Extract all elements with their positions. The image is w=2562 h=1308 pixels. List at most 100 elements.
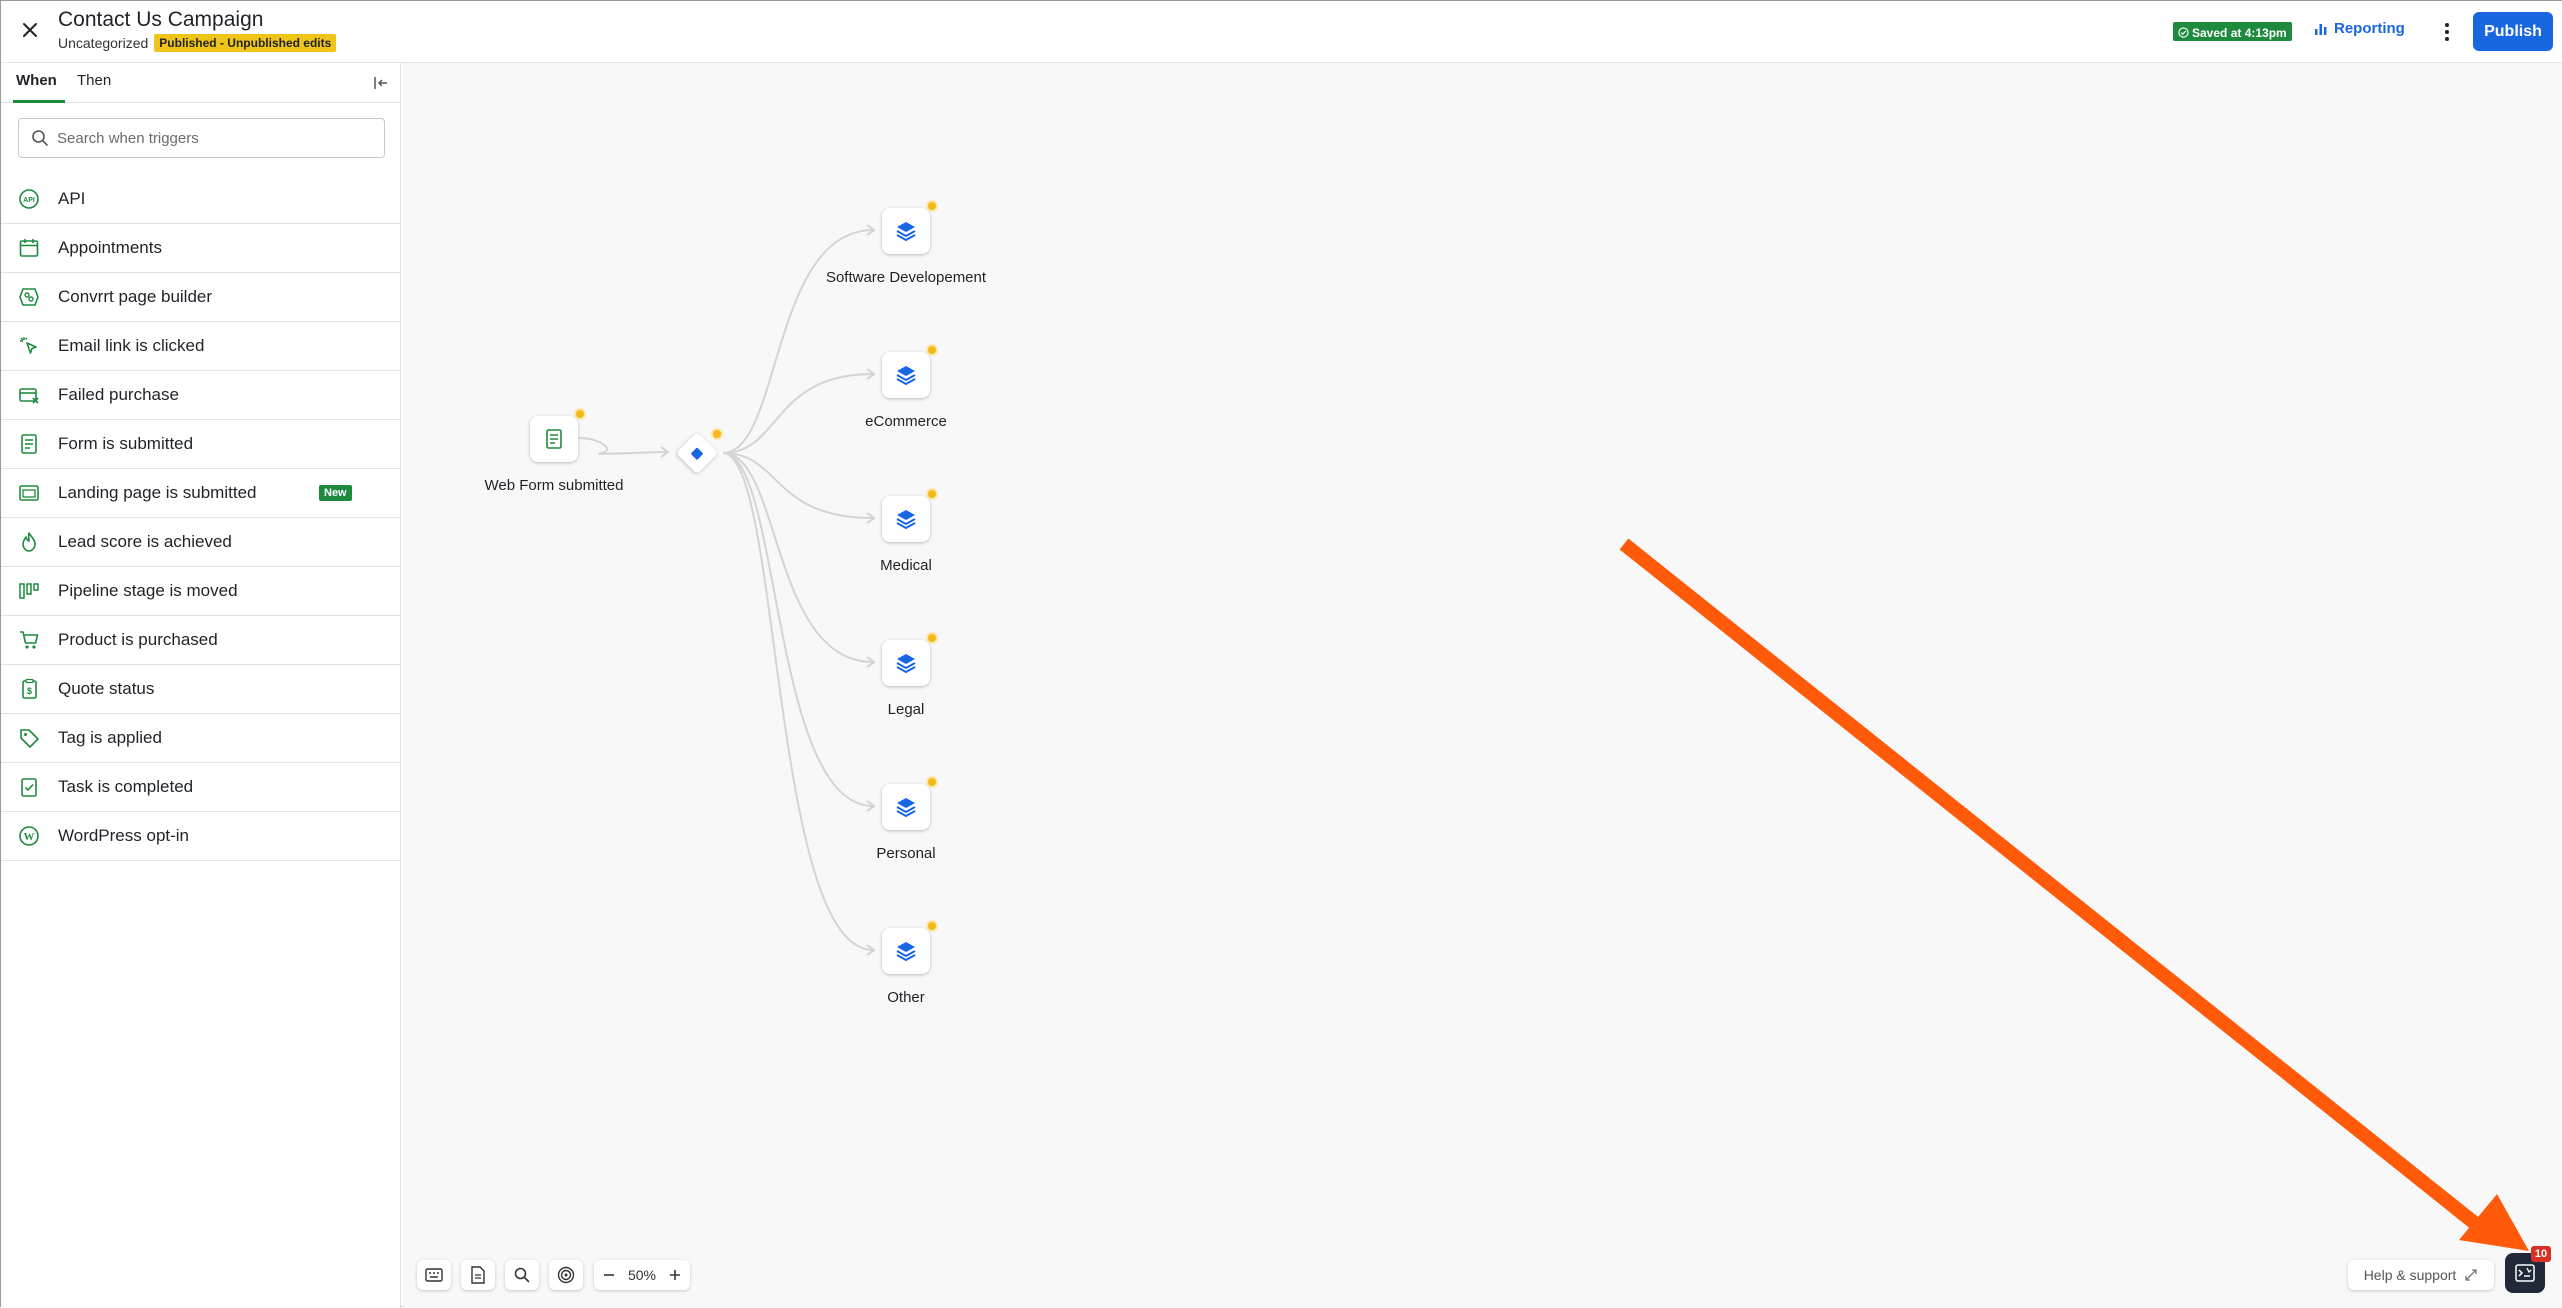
sidebar-tabs: When Then bbox=[1, 63, 401, 103]
cart-icon bbox=[17, 628, 41, 652]
calendar-icon bbox=[17, 236, 41, 260]
search-canvas-button[interactable] bbox=[505, 1260, 539, 1290]
trigger-item-form-submitted[interactable]: Form is submitted bbox=[1, 420, 401, 469]
new-badge: New bbox=[319, 485, 352, 501]
form-icon bbox=[546, 429, 562, 449]
kebab-dot bbox=[2445, 23, 2449, 27]
trigger-label: API bbox=[58, 189, 86, 208]
search-icon bbox=[514, 1267, 530, 1283]
document-icon bbox=[471, 1266, 485, 1284]
collapse-sidebar-button[interactable] bbox=[371, 73, 391, 93]
close-button[interactable] bbox=[15, 15, 45, 45]
workflow-canvas[interactable] bbox=[402, 63, 2562, 1308]
trigger-sidebar: When Then API API Appointments Convrrt p… bbox=[1, 63, 401, 1308]
wordpress-icon: W bbox=[17, 824, 41, 848]
layers-icon bbox=[896, 222, 916, 242]
zoom-in-button[interactable] bbox=[666, 1266, 684, 1284]
zoom-control: 50% bbox=[594, 1260, 690, 1290]
keyboard-button[interactable] bbox=[417, 1260, 451, 1290]
trigger-item-tag-applied[interactable]: Tag is applied bbox=[1, 714, 401, 763]
publish-button[interactable]: Publish bbox=[2473, 12, 2553, 51]
cursor-click-icon bbox=[17, 334, 41, 358]
branch-label: Other bbox=[887, 989, 925, 1006]
trigger-item-product-purchased[interactable]: Product is purchased bbox=[1, 616, 401, 665]
app-frame: Contact Us Campaign Uncategorized Publis… bbox=[0, 0, 2562, 1308]
status-dot bbox=[926, 920, 938, 932]
search-icon bbox=[32, 130, 48, 146]
svg-text:W: W bbox=[24, 831, 35, 843]
tab-when[interactable]: When bbox=[13, 63, 65, 103]
task-icon bbox=[17, 775, 41, 799]
campaign-category: Uncategorized bbox=[58, 35, 149, 51]
branch-node-other[interactable] bbox=[882, 920, 938, 974]
top-bar: Contact Us Campaign Uncategorized Publis… bbox=[1, 1, 2562, 63]
branch-label: Software Developement bbox=[825, 269, 987, 286]
target-button[interactable] bbox=[549, 1260, 583, 1290]
svg-text:API: API bbox=[23, 197, 35, 204]
trigger-item-appointments[interactable]: Appointments bbox=[1, 224, 401, 273]
status-dot bbox=[926, 200, 938, 212]
plus-icon bbox=[670, 1270, 680, 1280]
branch-node-personal[interactable] bbox=[882, 776, 938, 830]
notes-button[interactable] bbox=[461, 1260, 495, 1290]
trigger-node-label: Web Form submitted bbox=[484, 477, 624, 494]
trigger-item-landing-page[interactable]: Landing page is submitted New bbox=[1, 469, 401, 518]
trigger-item-quote-status[interactable]: $ Quote status bbox=[1, 665, 401, 714]
campaign-meta: Uncategorized Published - Unpublished ed… bbox=[58, 34, 337, 52]
trigger-label: Task is completed bbox=[58, 777, 194, 796]
status-badge: Published - Unpublished edits bbox=[154, 34, 337, 52]
notification-count-badge: 10 bbox=[2531, 1246, 2551, 1262]
trigger-label: Quote status bbox=[58, 679, 155, 698]
reporting-link[interactable]: Reporting bbox=[2314, 20, 2405, 37]
search-input[interactable] bbox=[57, 129, 367, 147]
zoom-level: 50% bbox=[627, 1267, 657, 1283]
keyboard-icon bbox=[425, 1268, 443, 1282]
branch-node-legal[interactable] bbox=[882, 632, 938, 686]
tab-then[interactable]: Then bbox=[77, 63, 117, 103]
branch-node-software[interactable] bbox=[882, 200, 938, 254]
status-dot bbox=[926, 488, 938, 500]
branch-label: eCommerce bbox=[865, 413, 947, 430]
zoom-out-button[interactable] bbox=[600, 1266, 618, 1284]
tag-icon bbox=[17, 726, 41, 750]
page-builder-icon bbox=[17, 285, 41, 309]
status-dot bbox=[926, 776, 938, 788]
quote-icon: $ bbox=[17, 677, 41, 701]
expand-icon bbox=[2465, 1269, 2477, 1281]
trigger-item-api[interactable]: API API bbox=[1, 175, 401, 224]
trigger-label: Pipeline stage is moved bbox=[58, 581, 238, 600]
trigger-label: Landing page is submitted bbox=[58, 483, 257, 502]
trigger-item-pipeline[interactable]: Pipeline stage is moved bbox=[1, 567, 401, 616]
help-support-button[interactable]: Help & support bbox=[2348, 1260, 2494, 1290]
trigger-item-lead-score[interactable]: Lead score is achieved bbox=[1, 518, 401, 567]
trigger-label: Tag is applied bbox=[58, 728, 162, 747]
web-form-trigger-node[interactable] bbox=[530, 408, 586, 462]
trigger-label: Lead score is achieved bbox=[58, 532, 232, 551]
collapse-left-icon bbox=[374, 77, 387, 89]
landing-page-icon bbox=[17, 481, 41, 505]
branch-node-medical[interactable] bbox=[882, 488, 938, 542]
campaign-title: Contact Us Campaign bbox=[58, 8, 264, 31]
trigger-label: Convrrt page builder bbox=[58, 287, 213, 306]
layers-icon bbox=[896, 510, 916, 530]
saved-badge: Saved at 4:13pm bbox=[2173, 22, 2292, 41]
trigger-label: Failed purchase bbox=[58, 385, 179, 404]
branch-node-ecommerce[interactable] bbox=[882, 344, 938, 398]
trigger-item-task-completed[interactable]: Task is completed bbox=[1, 763, 401, 812]
check-circle-icon bbox=[2178, 27, 2189, 38]
trigger-item-convrrt[interactable]: Convrrt page builder bbox=[1, 273, 401, 322]
layers-icon bbox=[896, 654, 916, 674]
help-label: Help & support bbox=[2363, 1267, 2457, 1283]
trigger-search[interactable] bbox=[18, 118, 385, 158]
status-dot bbox=[926, 344, 938, 356]
trigger-item-failed-purchase[interactable]: Failed purchase bbox=[1, 371, 401, 420]
trigger-label: Appointments bbox=[58, 238, 162, 257]
pipeline-icon bbox=[17, 579, 41, 603]
more-options-button[interactable] bbox=[2437, 18, 2457, 46]
kebab-dot bbox=[2445, 30, 2449, 34]
api-icon: API bbox=[17, 187, 41, 211]
trigger-item-email-link[interactable]: Email link is clicked bbox=[1, 322, 401, 371]
flame-icon bbox=[17, 530, 41, 554]
status-dot bbox=[574, 408, 586, 420]
trigger-item-wordpress[interactable]: W WordPress opt-in bbox=[1, 812, 401, 861]
